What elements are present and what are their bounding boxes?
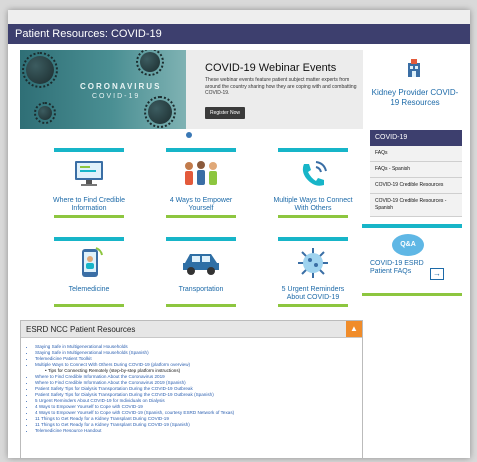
smartphone-icon	[54, 245, 124, 281]
building-icon	[408, 59, 420, 77]
tile-telemedicine[interactable]: Telemedicine	[54, 237, 124, 307]
tile-connect-with-others[interactable]: Multiple Ways to Connect With Others	[273, 148, 353, 218]
virus-icon	[22, 52, 58, 88]
covid-menu: COVID-19 FAQs FAQs - Spanish COVID-19 Cr…	[370, 130, 462, 217]
tile-label: Transportation	[178, 286, 224, 293]
tile-label: Where to Find Credible Information	[53, 197, 125, 212]
people-icon	[166, 156, 236, 192]
resource-link[interactable]: Telemedicine Resource Handout	[35, 428, 362, 434]
kidney-provider-link[interactable]: Kidney Provider COVID-19 Resources	[370, 88, 460, 107]
menu-item-credible-resources-spanish[interactable]: COVID-19 Credible Resources - Spanish	[370, 194, 462, 217]
tile-urgent-reminders[interactable]: 5 Urgent Reminders About COVID-19	[278, 237, 348, 307]
esrd-resources-panel: ESRD NCC Patient Resources ▲ Staying Saf…	[20, 320, 363, 458]
tile-label: Telemedicine	[68, 286, 110, 293]
webinar-description: These webinar events feature patient sub…	[205, 77, 357, 96]
tile-credible-information[interactable]: Where to Find Credible Information	[53, 148, 125, 218]
tile-empower-yourself[interactable]: 4 Ways to Empower Yourself	[166, 148, 236, 218]
tile-label: Multiple Ways to Connect With Others	[273, 197, 353, 212]
qa-faq-tile[interactable]: Q&A COVID-19 ESRD Patient FAQs →	[362, 224, 462, 296]
webinar-banner[interactable]: CORONAVIRUS COVID-19 COVID-19 Webinar Ev…	[20, 50, 363, 129]
carousel-dot[interactable]	[186, 132, 192, 138]
esrd-panel-title: ESRD NCC Patient Resources	[21, 321, 362, 338]
collapse-toggle-icon[interactable]: ▲	[346, 321, 362, 337]
computer-icon	[54, 156, 124, 192]
virus-icon	[278, 245, 348, 281]
page: Patient Resources: COVID-19 CORONAVIRUS …	[8, 10, 470, 458]
banner-image-subtitle: COVID-19	[92, 93, 141, 100]
esrd-link-list: Staying Safe in Multigenerational Househ…	[21, 338, 362, 434]
menu-item-faqs[interactable]: FAQs	[370, 146, 462, 162]
top-strip	[8, 10, 470, 24]
menu-title: COVID-19	[370, 130, 462, 146]
virus-icon	[136, 50, 164, 76]
tile-label: 4 Ways to Empower Yourself	[169, 197, 233, 212]
coronavirus-banner-image: CORONAVIRUS COVID-19	[20, 50, 186, 129]
virus-icon	[34, 102, 56, 124]
register-now-button[interactable]: Register Now	[205, 107, 245, 119]
menu-item-credible-resources[interactable]: COVID-19 Credible Resources	[370, 178, 462, 194]
menu-item-faqs-spanish[interactable]: FAQs - Spanish	[370, 162, 462, 178]
tile-label: 5 Urgent Reminders About COVID-19	[281, 286, 345, 301]
qa-bubble-icon: Q&A	[392, 234, 424, 256]
qa-label: COVID-19 ESRD Patient FAQs	[370, 260, 424, 275]
virus-icon	[144, 96, 176, 128]
arrow-right-icon[interactable]: →	[430, 268, 444, 280]
phone-icon	[278, 156, 348, 192]
car-icon	[166, 245, 236, 281]
page-title: Patient Resources: COVID-19	[8, 24, 470, 44]
webinar-heading: COVID-19 Webinar Events	[205, 62, 337, 74]
banner-image-title: CORONAVIRUS	[80, 82, 162, 91]
tile-transportation[interactable]: Transportation	[166, 237, 236, 307]
